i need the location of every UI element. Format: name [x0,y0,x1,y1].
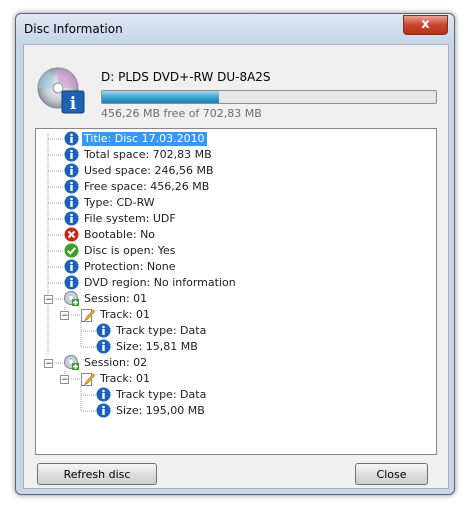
free-space-label: 456,26 MB free of 702,83 MB [101,107,262,120]
info-icon [64,195,79,210]
info-icon [64,163,79,178]
info-icon [64,275,79,290]
tree-item-label: DVD region: No information [84,276,236,289]
tree-item-label: Bootable: No [84,228,156,241]
info-icon [64,211,79,226]
disc-information-window: Disc Information x i D: PLDS DVD+-RW DU-… [15,13,455,495]
window-title: Disc Information [24,22,123,36]
tree-item-label: Total space: 702,83 MB [84,148,212,161]
tree-item-label: File system: UDF [84,212,176,225]
tree-item-label: Session: 01 [84,292,148,305]
tree-item-label: Track: 01 [100,372,150,385]
tree-item-label: Title: Disc 17.03.2010 [81,131,208,147]
tree-item-label: Size: 195,00 MB [116,404,205,417]
track-icon [81,373,95,386]
refresh-disc-button[interactable]: Refresh disc [37,463,157,485]
info-icon [64,259,79,274]
session-01-collapse-toggle[interactable]: − [44,295,53,305]
info-icon [96,323,111,338]
drive-name: D: PLDS DVD+-RW DU-8A2S [101,70,271,84]
disc-usage-bar [101,90,437,104]
svg-text:i: i [70,94,77,114]
session-02-collapse-toggle[interactable]: − [44,359,53,369]
window-close-button[interactable]: x [403,15,448,35]
disc-info-tree[interactable]: Title: Disc 17.03.2010 Total space: 702,… [35,128,437,455]
tree-item-label: Disc is open: Yes [84,244,176,257]
info-icon [96,387,111,402]
tree-item-label: Used space: 246,56 MB [84,164,214,177]
tree-item-label: Track type: Data [116,324,207,337]
info-icon [64,179,79,194]
tree-item-label: Track type: Data [116,388,207,401]
disc-drive-icon: i [37,67,85,114]
info-icon [64,131,79,146]
tree-item-label: Type: CD-RW [84,196,155,209]
tree-item-label: Size: 15,81 MB [116,340,198,353]
track-01-collapse-toggle[interactable]: − [60,311,69,321]
info-icon [64,147,79,162]
check-icon [64,243,79,258]
track-01-collapse-toggle[interactable]: − [60,375,69,385]
session-icon [64,355,79,370]
dialog-body: i D: PLDS DVD+-RW DU-8A2S 456,26 MB free… [23,44,449,489]
disc-usage-fill [102,91,220,103]
track-icon [81,309,95,322]
info-icon [96,403,111,418]
session-icon [64,291,79,306]
close-button[interactable]: Close [355,463,428,485]
title-bar: Disc Information x [16,14,454,44]
tree-item-label: Session: 02 [84,356,148,369]
tree-item-label: Protection: None [84,260,176,273]
info-icon [96,339,111,354]
tree-item-label: Free space: 456,26 MB [84,180,210,193]
tree-item-label: Track: 01 [100,308,150,321]
error-icon [64,227,79,242]
